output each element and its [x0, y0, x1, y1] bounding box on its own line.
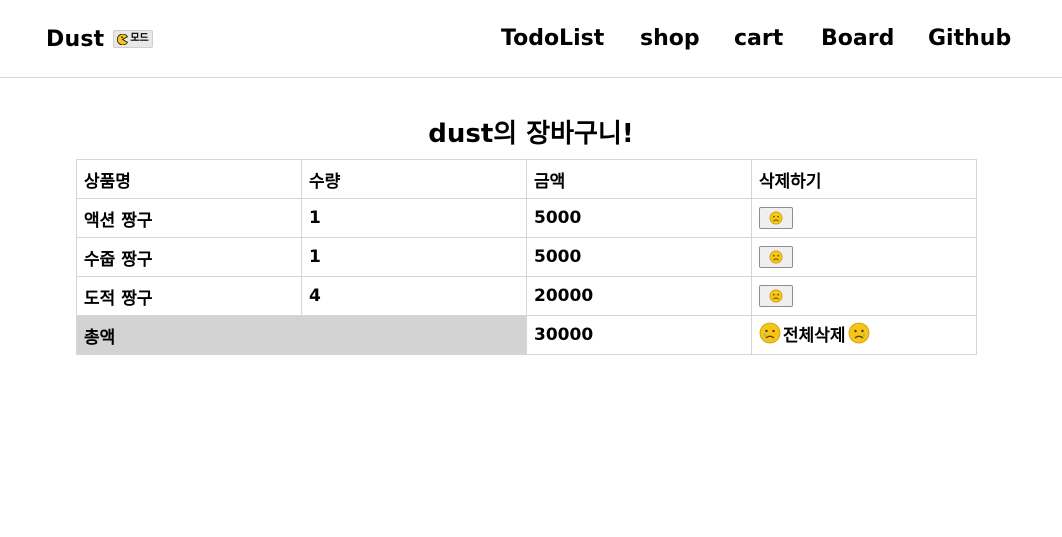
nav-link-todolist[interactable]: TodoList — [501, 24, 604, 54]
sad-face-icon — [769, 289, 783, 302]
table-row: 수줍 짱구 1 5000 — [76, 237, 977, 277]
header-delete: 삭제하기 — [751, 159, 977, 199]
nav-link-github[interactable]: Github — [928, 24, 1011, 54]
delete-cell — [751, 198, 977, 238]
product-quantity: 1 — [301, 198, 527, 238]
delete-item-button[interactable] — [759, 206, 793, 229]
page-title: dust의 장바구니! — [428, 119, 634, 149]
product-name: 액션 짱구 — [76, 198, 302, 238]
sad-face-icon — [769, 250, 783, 263]
nav-link-board[interactable]: Board — [821, 24, 894, 54]
product-quantity: 1 — [301, 237, 527, 277]
total-row: 총액 30000 전체삭제 — [76, 315, 977, 355]
clear-all-button[interactable]: 전체삭제 — [759, 321, 870, 346]
delete-cell — [751, 276, 977, 316]
brand[interactable]: Dust 모드 — [46, 24, 153, 54]
product-price: 20000 — [526, 276, 752, 316]
header-quantity: 수량 — [301, 159, 527, 199]
product-quantity: 4 — [301, 276, 527, 316]
crying-face-icon — [848, 322, 869, 344]
brand-name[interactable]: Dust — [46, 27, 104, 52]
crying-face-icon — [759, 322, 781, 344]
header-price: 금액 — [526, 159, 752, 199]
sad-face-icon — [769, 211, 783, 224]
table-row: 액션 짱구 1 5000 — [76, 198, 977, 238]
product-price: 5000 — [526, 198, 752, 238]
delete-item-button[interactable] — [759, 245, 793, 268]
delete-item-button[interactable] — [759, 284, 793, 307]
navbar: Dust 모드 TodoList shop cart Board Github — [0, 0, 1062, 78]
product-name: 수줍 짱구 — [76, 237, 302, 277]
product-name: 도적 짱구 — [76, 276, 302, 316]
cart-table: 상품명 수량 금액 삭제하기 액션 짱구 1 5000 수줍 짱구 1 5000… — [76, 159, 977, 355]
mode-toggle-badge[interactable]: 모드 — [113, 30, 153, 48]
clear-all-label: 전체삭제 — [783, 325, 846, 346]
nav-link-cart[interactable]: cart — [734, 24, 783, 54]
nav-link-shop[interactable]: shop — [640, 24, 700, 54]
table-row: 도적 짱구 4 20000 — [76, 276, 977, 316]
header-product-name: 상품명 — [76, 159, 302, 199]
mode-badge-label: 모드 — [130, 33, 149, 44]
total-label: 총액 — [76, 315, 527, 355]
clear-all-cell: 전체삭제 — [751, 315, 977, 355]
product-price: 5000 — [526, 237, 752, 277]
pacman-icon — [117, 33, 129, 45]
total-value: 30000 — [526, 315, 752, 355]
delete-cell — [751, 237, 977, 277]
table-header-row: 상품명 수량 금액 삭제하기 — [76, 159, 977, 199]
